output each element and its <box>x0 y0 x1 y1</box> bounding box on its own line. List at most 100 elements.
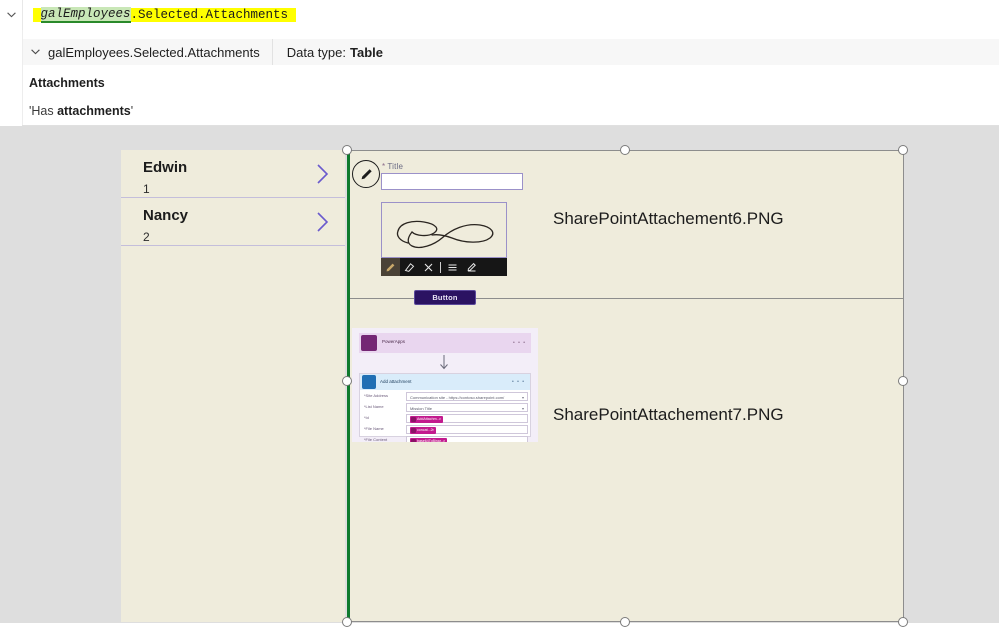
flow-action-menu-icon: • • • <box>511 379 525 385</box>
datatype-prefix: Data type: <box>286 44 346 60</box>
flow-field-value: concat...2 <box>417 428 433 433</box>
selection-accent-bar <box>347 150 350 622</box>
eraser-tool-icon[interactable] <box>400 258 419 276</box>
resize-handle-middle-left[interactable] <box>342 376 352 386</box>
token-icon <box>410 438 416 442</box>
token-icon <box>410 416 416 422</box>
formula-highlight-tail <box>288 8 296 22</box>
tooltip-desc-suffix: ' <box>130 104 134 118</box>
datatype-info: Data type: Table <box>272 39 999 65</box>
pen-toolbar[interactable] <box>381 258 507 276</box>
chevron-down-icon[interactable] <box>31 46 40 58</box>
flow-field-token: concat...2 × <box>410 427 436 434</box>
resize-handle-top-center[interactable] <box>620 145 630 155</box>
tooltip-desc-bold: attachments <box>57 104 131 118</box>
gallery-separator <box>121 245 345 246</box>
pen-toolbar-divider <box>440 261 441 273</box>
flow-field-token: base64ToBinar... × <box>410 438 447 442</box>
close-icon: × <box>431 428 435 433</box>
resize-handle-bottom-right[interactable] <box>898 617 908 627</box>
chevron-right-icon[interactable] <box>315 161 331 187</box>
flow-field-value-box: base64ToBinar... × <box>406 436 528 442</box>
flow-field-value: Communication site - https://contoso.sha… <box>410 394 505 400</box>
flow-field-value-box: concat...2 × <box>406 425 528 434</box>
pen-input-control[interactable] <box>381 202 507 276</box>
flow-field-value-box: AddAttachm... × <box>406 414 528 423</box>
close-icon: × <box>443 439 446 442</box>
datatype-value: Table <box>350 44 383 60</box>
token-icon <box>410 427 416 433</box>
flow-action-label: Add attachment <box>380 379 412 384</box>
chevron-down-icon: ▾ <box>521 406 524 411</box>
resize-handle-bottom-center[interactable] <box>620 617 630 627</box>
formula-bar: galEmployees .Selected.Attachments <box>0 0 999 31</box>
attachment-row[interactable]: PowerApps • • • Add attachment • • • *Si… <box>348 300 903 622</box>
required-mark: * <box>382 162 386 171</box>
flow-field-label: *Id <box>364 415 369 420</box>
formula-highlight-pad <box>33 8 41 22</box>
flow-trigger-card: PowerApps • • • <box>359 333 531 353</box>
suggestion-label: galEmployees.Selected.Attachments <box>48 44 260 60</box>
tooltip-desc-prefix: 'Has <box>29 104 58 118</box>
flow-field: *File Name concat...2 × <box>364 425 528 434</box>
pen-tool-icon[interactable] <box>381 258 400 276</box>
resize-handle-bottom-left[interactable] <box>342 617 352 627</box>
flow-action-card: Add attachment • • • *Site Address Commu… <box>359 373 531 442</box>
flow-field-value: base64ToBinar... <box>417 439 444 442</box>
flow-field-label: *File Content <box>364 437 388 442</box>
flow-field: *Site Address Communication site - https… <box>364 392 528 401</box>
chevron-right-icon[interactable] <box>315 209 331 235</box>
chevron-down-icon: ▾ <box>521 395 524 400</box>
suggestion-row: galEmployees.Selected.Attachments Data t… <box>23 39 999 65</box>
tooltip-description: 'Has attachments' <box>29 104 133 118</box>
resize-handle-middle-right[interactable] <box>898 376 908 386</box>
flow-field-token: AddAttachm... × <box>410 416 443 423</box>
resize-handle-top-right[interactable] <box>898 145 908 155</box>
list-item[interactable]: Edwin 1 <box>121 150 345 198</box>
flow-trigger-label: PowerApps <box>382 339 406 344</box>
close-icon: × <box>438 417 442 422</box>
flow-field-value-box: Communication site - https://contoso.sha… <box>406 392 528 401</box>
attachment-row[interactable]: * Title Button SharePointAttachement6.PN… <box>348 151 903 305</box>
tooltip-title: Attachments <box>29 76 105 90</box>
intellisense-gutter <box>0 30 23 126</box>
flow-field-value-box: Mission Title ▾ <box>406 403 528 412</box>
flow-field: *File Content base64ToBinar... × <box>364 436 528 442</box>
gallery-item-title: Nancy <box>143 207 189 224</box>
highlighter-tool-icon[interactable] <box>462 258 481 276</box>
gallery-item-subtitle: 1 <box>143 182 150 196</box>
powerapps-icon <box>361 335 377 351</box>
clear-tool-icon[interactable] <box>419 258 438 276</box>
flow-field-value: Mission Title <box>410 405 433 411</box>
resize-handle-top-left[interactable] <box>342 145 352 155</box>
gallery-item-title: Edwin <box>143 159 188 176</box>
flow-field-label: *File Name <box>364 426 384 431</box>
formula-input[interactable]: galEmployees .Selected.Attachments <box>23 0 999 30</box>
flow-field-label: *Site Address <box>364 393 389 398</box>
intellisense-panel: galEmployees.Selected.Attachments Data t… <box>22 30 999 126</box>
suggestion-chip[interactable]: galEmployees.Selected.Attachments <box>23 39 272 65</box>
flow-action-header: Add attachment • • • <box>360 374 530 390</box>
flow-trigger-menu-icon: • • • <box>512 340 526 346</box>
pencil-icon[interactable] <box>352 160 380 188</box>
employee-gallery[interactable]: Edwin 1 Nancy 2 <box>121 150 345 622</box>
pen-drawing-surface[interactable] <box>381 202 507 258</box>
attachment-filename: SharePointAttachement6.PNG <box>553 209 784 228</box>
title-field-label: * Title <box>382 162 403 171</box>
attachment-gallery-panel[interactable]: * Title Button SharePointAttachement6.PN… <box>347 150 904 622</box>
app-design-canvas: Edwin 1 Nancy 2 * Title Button SharePoin… <box>0 126 999 627</box>
title-label-text: Title <box>387 162 404 171</box>
title-input[interactable] <box>381 173 523 190</box>
flow-field: *List Name Mission Title ▾ <box>364 403 528 412</box>
flow-screenshot-thumbnail[interactable]: PowerApps • • • Add attachment • • • *Si… <box>352 328 538 442</box>
chevron-down-icon[interactable] <box>0 0 22 30</box>
flow-arrow-icon <box>437 355 451 372</box>
lines-tool-icon[interactable] <box>443 258 462 276</box>
flow-field-label: *List Name <box>364 404 384 409</box>
gallery-item-subtitle: 2 <box>143 230 150 244</box>
flow-field-value: AddAttachm... <box>417 417 440 422</box>
sharepoint-icon <box>362 375 376 389</box>
list-item[interactable]: Nancy 2 <box>121 198 345 246</box>
formula-variable-token: galEmployees <box>40 7 131 23</box>
attachment-filename: SharePointAttachement7.PNG <box>553 405 784 424</box>
